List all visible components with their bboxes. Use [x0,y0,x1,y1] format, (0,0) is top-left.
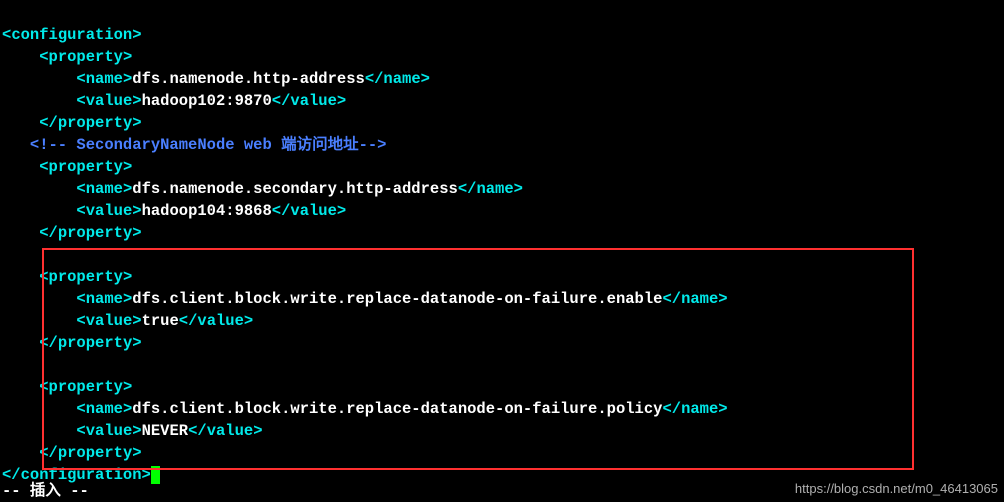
comment-suffix: --> [359,136,387,154]
property-open-tag: property [49,48,123,66]
comment-text: SecondaryNameNode web [76,136,281,154]
comment-cjk: 端访问地址 [281,136,359,154]
name-open-tag: name [86,70,123,88]
value-close-tag-2: value [290,202,337,220]
value-value-2: hadoop104:9868 [142,202,272,220]
watermark-text: https://blog.csdn.net/m0_46413065 [795,478,998,500]
property-open-tag-2: property [49,158,123,176]
property-open-tag-4: property [49,378,123,396]
value-open-tag-4: value [86,422,133,440]
name-open-tag-2: name [86,180,123,198]
code-editor[interactable]: <configuration> <property> <name>dfs.nam… [0,0,1004,486]
name-open-tag-4: name [86,400,123,418]
value-close-tag-3: value [197,312,244,330]
vim-status-line: -- 插入 -- [2,480,89,502]
value-open-tag-3: value [86,312,133,330]
name-value-1: dfs.namenode.http-address [132,70,365,88]
value-close-tag: value [290,92,337,110]
name-close-tag-2: name [476,180,513,198]
value-close-tag-4: value [207,422,254,440]
value-value-3: true [142,312,179,330]
property-close-tag-2: property [58,224,132,242]
name-close-tag-3: name [681,290,718,308]
name-value-3: dfs.client.block.write.replace-datanode-… [132,290,662,308]
value-value-4: NEVER [142,422,189,440]
property-close-tag-3: property [58,334,132,352]
value-open-tag-2: value [86,202,133,220]
property-open-tag-3: property [49,268,123,286]
cursor-icon [151,466,160,484]
name-close-tag: name [383,70,420,88]
name-value-2: dfs.namenode.secondary.http-address [132,180,458,198]
property-close-tag-4: property [58,444,132,462]
name-value-4: dfs.client.block.write.replace-datanode-… [132,400,662,418]
comment-prefix: <!-- [30,136,77,154]
value-open-tag: value [86,92,133,110]
property-close-tag: property [58,114,132,132]
name-open-tag-3: name [86,290,123,308]
configuration-open-tag: configuration [11,26,132,44]
name-close-tag-4: name [681,400,718,418]
value-value-1: hadoop102:9870 [142,92,272,110]
